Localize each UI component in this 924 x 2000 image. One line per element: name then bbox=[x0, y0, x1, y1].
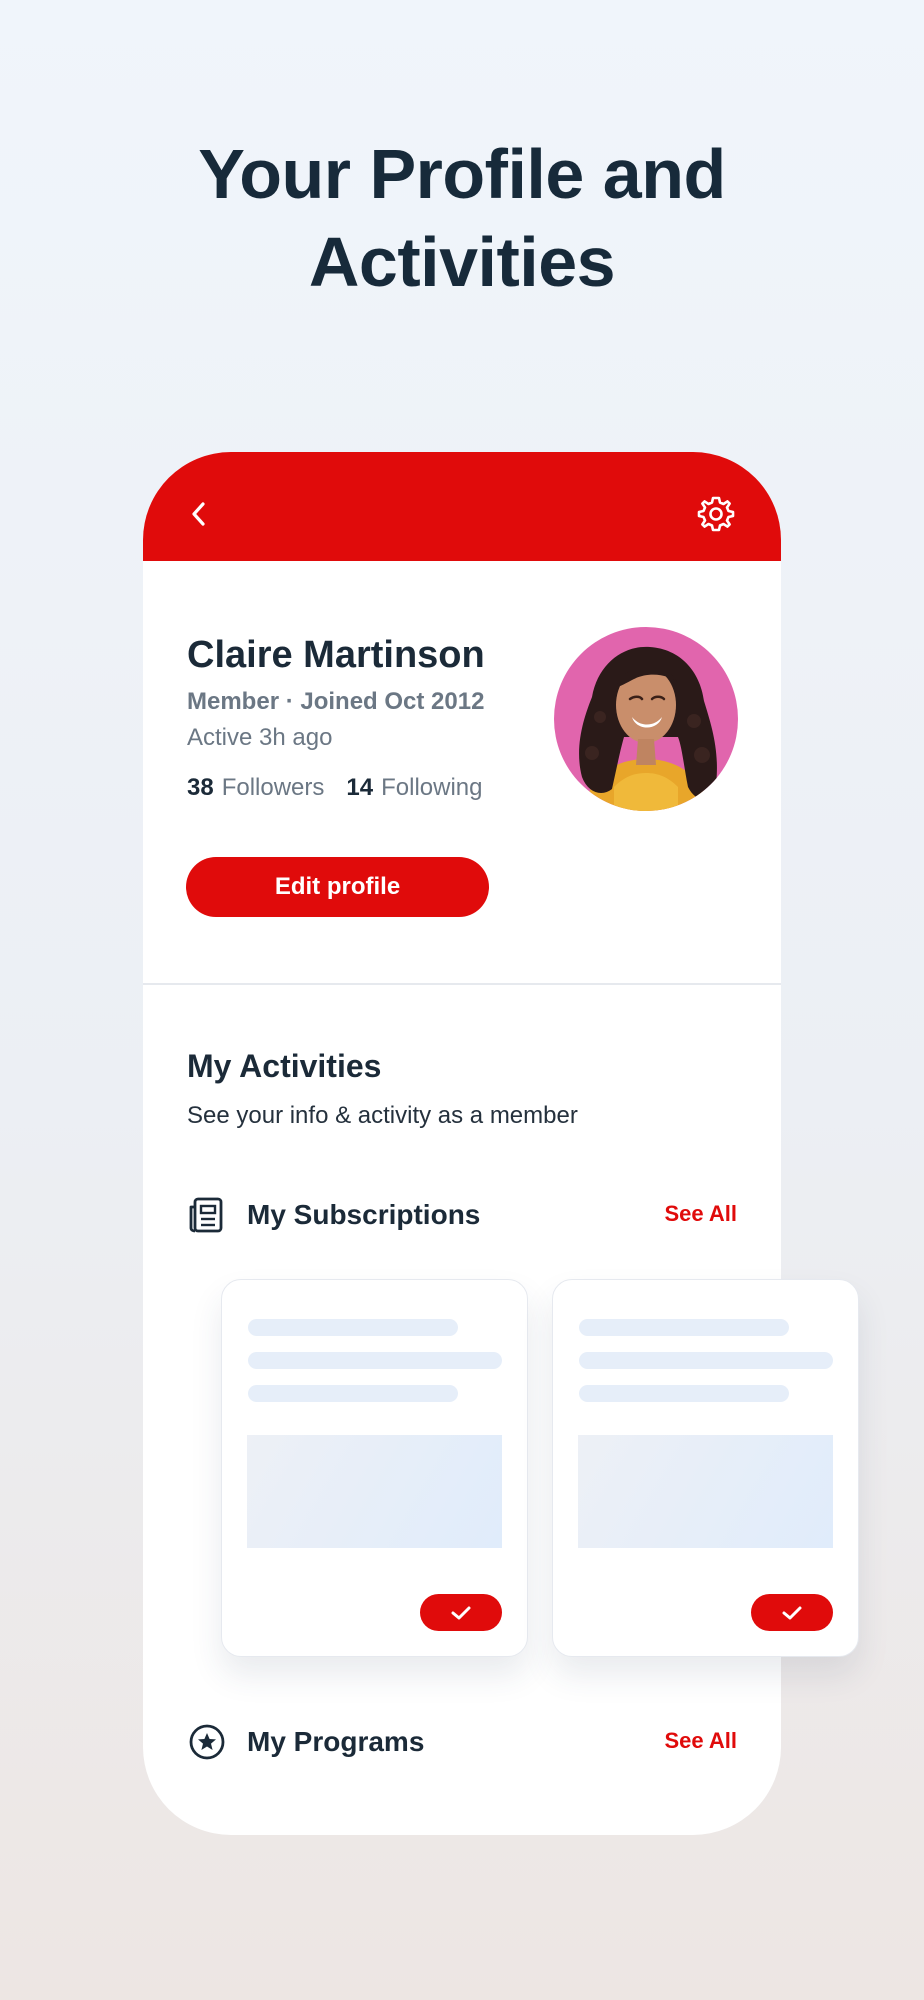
back-button[interactable] bbox=[181, 496, 217, 532]
following-link[interactable]: 14 Following bbox=[346, 774, 482, 801]
placeholder-line bbox=[248, 1385, 458, 1402]
subscribed-check-button[interactable] bbox=[751, 1594, 833, 1631]
programs-label: My Programs bbox=[247, 1726, 425, 1757]
subscriptions-row: My Subscriptions See All bbox=[187, 1195, 737, 1235]
section-divider bbox=[143, 983, 781, 985]
profile-membership: Member · Joined Oct 2012 bbox=[187, 688, 485, 715]
placeholder-image bbox=[578, 1435, 833, 1548]
followers-count: 38 bbox=[187, 774, 214, 801]
placeholder-line bbox=[579, 1352, 833, 1369]
placeholder-line bbox=[248, 1319, 458, 1336]
chevron-left-icon bbox=[192, 502, 205, 526]
headline-line-2: Activities bbox=[308, 223, 616, 301]
following-count: 14 bbox=[346, 774, 374, 801]
subscription-card[interactable] bbox=[221, 1279, 528, 1657]
activities-subtitle: See your info & activity as a member bbox=[187, 1102, 578, 1129]
checkmark-icon bbox=[451, 1606, 471, 1619]
page-headline: Your Profile and Activities bbox=[0, 130, 924, 306]
app-header bbox=[143, 452, 781, 561]
subscription-card[interactable] bbox=[552, 1279, 859, 1657]
edit-profile-button[interactable]: Edit profile bbox=[186, 857, 489, 917]
star-badge-icon bbox=[189, 1724, 225, 1760]
newspaper-icon bbox=[189, 1197, 223, 1233]
subscriptions-see-all-link[interactable]: See All bbox=[664, 1201, 737, 1227]
programs-row: My Programs See All bbox=[187, 1722, 737, 1762]
followers-label: Followers bbox=[221, 774, 325, 801]
following-label: Following bbox=[381, 774, 483, 801]
activities-title: My Activities bbox=[187, 1048, 382, 1084]
placeholder-image bbox=[247, 1435, 502, 1548]
programs-see-all-link[interactable]: See All bbox=[664, 1728, 737, 1754]
profile-last-active: Active 3h ago bbox=[187, 724, 333, 751]
checkmark-icon bbox=[782, 1606, 802, 1619]
gear-icon bbox=[697, 496, 735, 532]
avatar-photo bbox=[554, 627, 738, 811]
profile-name: Claire Martinson bbox=[187, 634, 485, 676]
headline-line-1: Your Profile and bbox=[198, 135, 726, 213]
placeholder-line bbox=[248, 1352, 502, 1369]
settings-button[interactable] bbox=[694, 492, 738, 536]
subscribed-check-button[interactable] bbox=[420, 1594, 502, 1631]
placeholder-line bbox=[579, 1319, 789, 1336]
profile-stats: 38 Followers 14 Following bbox=[187, 774, 483, 802]
followers-link[interactable]: 38 Followers bbox=[187, 774, 324, 801]
placeholder-line bbox=[579, 1385, 789, 1402]
avatar[interactable] bbox=[554, 627, 738, 811]
subscriptions-label: My Subscriptions bbox=[247, 1199, 481, 1230]
